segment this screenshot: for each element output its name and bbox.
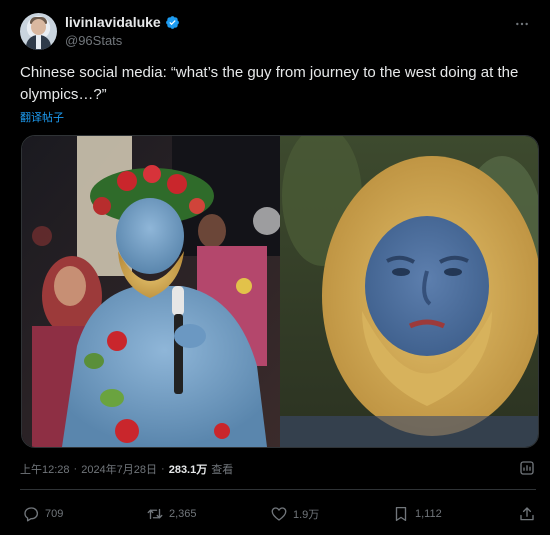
reply-count: 709	[45, 508, 64, 520]
translate-post-link[interactable]: 翻译帖子	[20, 109, 64, 125]
reply-icon	[24, 507, 39, 522]
reply-button[interactable]: 709	[22, 505, 63, 523]
views-count: 283.1万	[168, 464, 208, 476]
retweet-icon	[147, 508, 163, 520]
bookmark-icon	[395, 506, 407, 522]
tweet-header: livinlavidaluke @96Stats	[18, 12, 536, 52]
retweet-count: 2,365	[169, 508, 197, 520]
meta-separator: ·	[73, 463, 78, 475]
photo-collage	[22, 136, 538, 447]
avatar-face	[31, 19, 46, 35]
heart-icon	[271, 507, 287, 521]
avatar[interactable]	[20, 13, 57, 50]
views-label: 查看	[211, 464, 234, 476]
tweet-meta: 上午12:28 · 2024年7月28日 · 283.1万 查看	[20, 461, 233, 477]
bookmark-button[interactable]: 1,112	[392, 505, 442, 523]
author-handle[interactable]: @96Stats	[65, 33, 122, 48]
meta-separator: ·	[161, 463, 165, 475]
more-options-icon[interactable]	[514, 16, 530, 32]
right-photo	[280, 136, 538, 447]
bookmark-count: 1,112	[415, 508, 442, 520]
share-button[interactable]	[518, 505, 536, 523]
tweet-date[interactable]: 2024年7月28日	[81, 461, 157, 477]
tweet-card: livinlavidaluke @96Stats Chinese social …	[0, 0, 550, 535]
author-display-name[interactable]: livinlavidaluke	[65, 14, 161, 30]
tweet-time[interactable]: 上午12:28	[20, 461, 70, 477]
retweet-button[interactable]: 2,365	[146, 505, 197, 523]
avatar-shirt	[36, 35, 41, 49]
like-count: 1.9万	[293, 509, 320, 521]
tweet-text: Chinese social media: “what’s the guy fr…	[20, 64, 519, 103]
share-icon	[520, 507, 534, 521]
view-analytics-icon[interactable]	[518, 459, 536, 477]
action-bar: 709 2,365 1.9万 1,112	[20, 505, 536, 525]
left-photo	[22, 136, 281, 447]
tweet-media[interactable]	[21, 135, 539, 448]
author-name-row: livinlavidaluke	[65, 14, 180, 30]
divider	[20, 489, 536, 490]
verified-badge-icon	[165, 15, 179, 29]
like-button[interactable]: 1.9万	[270, 505, 319, 523]
